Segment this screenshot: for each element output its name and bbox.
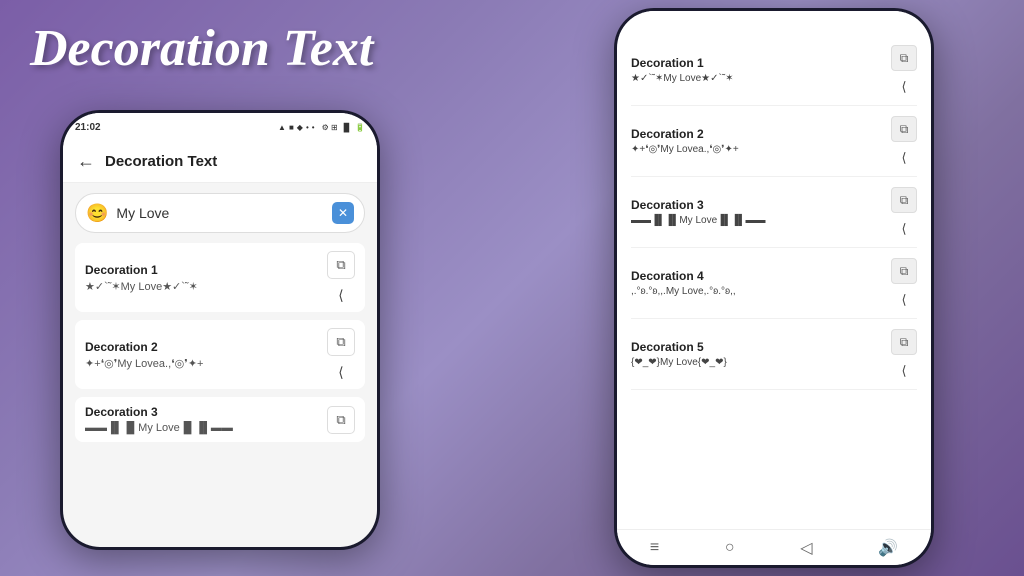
left-deco-preview-3: ▬▬▐▌▐▌My Love▐▌▐▌▬▬ <box>85 422 327 434</box>
left-decoration-item-2: Decoration 2 ✦+❛◎❜My Lovea.,❛◎❜✦+ ⧉ ⟨ <box>75 320 365 389</box>
share-button-left-2[interactable]: ⟨ <box>338 364 343 381</box>
status-icons: ▲ ■ ◆ • • ⚙ ⊞ ▐▌ 🔋 <box>278 123 365 132</box>
status-time: 21:02 <box>75 122 101 133</box>
app-title: Decoration Text <box>30 20 373 77</box>
copy-button-right-1[interactable]: ⧉ <box>891 45 917 71</box>
left-deco-title-3: Decoration 3 <box>85 405 327 419</box>
search-bar: 😊 My Love ✕ <box>75 193 365 233</box>
right-status-bar <box>617 11 931 35</box>
share-button-right-5[interactable]: ⟨ <box>901 363 906 379</box>
nav-sound-icon[interactable]: 🔊 <box>878 538 898 558</box>
nav-back-icon[interactable]: ◁ <box>800 538 812 558</box>
right-deco-preview-5: {❤_❤}My Love{❤_❤} <box>631 357 883 368</box>
search-emoji: 😊 <box>86 203 108 224</box>
search-clear-button[interactable]: ✕ <box>332 202 354 224</box>
right-deco-item-5: Decoration 5 {❤_❤}My Love{❤_❤} ⧉ ⟨ <box>631 319 917 390</box>
phone-nav-bar: ≡ ○ ◁ 🔊 <box>617 529 931 565</box>
phone-status-bar: 21:02 ▲ ■ ◆ • • ⚙ ⊞ ▐▌ 🔋 <box>63 113 377 141</box>
copy-button-left-2[interactable]: ⧉ <box>327 328 355 356</box>
right-deco-preview-4: ,.°ʚ.°ʚ,,.My Love,.°ʚ.°ʚ,, <box>631 286 883 297</box>
copy-button-right-2[interactable]: ⧉ <box>891 116 917 142</box>
left-deco-title-2: Decoration 2 <box>85 340 327 354</box>
right-deco-preview-3: ▬▬▐▌▐▌My Love▐▌▐▌▬▬ <box>631 215 883 226</box>
search-input[interactable]: My Love <box>116 205 324 221</box>
nav-home-icon[interactable]: ○ <box>725 539 735 557</box>
copy-button-right-3[interactable]: ⧉ <box>891 187 917 213</box>
right-deco-title-2: Decoration 2 <box>631 127 883 141</box>
right-deco-item-2: Decoration 2 ✦+❛◎❜My Lovea.,❛◎❜✦+ ⧉ ⟨ <box>631 106 917 177</box>
right-deco-item-1: Decoration 1 ★✓`˜✶My Love★✓`˜✶ ⧉ ⟨ <box>631 35 917 106</box>
share-button-right-4[interactable]: ⟨ <box>901 292 906 308</box>
phone-right: Decoration 1 ★✓`˜✶My Love★✓`˜✶ ⧉ ⟨ Decor… <box>614 8 934 568</box>
right-decoration-list: Decoration 1 ★✓`˜✶My Love★✓`˜✶ ⧉ ⟨ Decor… <box>617 35 931 529</box>
right-deco-preview-1: ★✓`˜✶My Love★✓`˜✶ <box>631 73 883 84</box>
share-button-right-2[interactable]: ⟨ <box>901 150 906 166</box>
phone-left: 21:02 ▲ ■ ◆ • • ⚙ ⊞ ▐▌ 🔋 ← Decoration Te… <box>60 110 380 550</box>
phone-header: ← Decoration Text <box>63 141 377 183</box>
phone-header-title: Decoration Text <box>105 153 217 170</box>
right-deco-item-4: Decoration 4 ,.°ʚ.°ʚ,,.My Love,.°ʚ.°ʚ,, … <box>631 248 917 319</box>
back-button[interactable]: ← <box>77 151 95 172</box>
left-decoration-item-3: Decoration 3 ▬▬▐▌▐▌My Love▐▌▐▌▬▬ ⧉ <box>75 397 365 442</box>
copy-button-right-5[interactable]: ⧉ <box>891 329 917 355</box>
nav-menu-icon[interactable]: ≡ <box>650 539 659 557</box>
share-button-left-1[interactable]: ⟨ <box>338 287 343 304</box>
left-deco-preview-2: ✦+❛◎❜My Lovea.,❛◎❜✦+ <box>85 357 327 370</box>
share-button-right-1[interactable]: ⟨ <box>901 79 906 95</box>
right-section: Decoration 1 ★✓`˜✶My Love★✓`˜✶ ⧉ ⟨ Decor… <box>524 0 1024 576</box>
copy-button-right-4[interactable]: ⧉ <box>891 258 917 284</box>
left-deco-preview-1: ★✓`˜✶My Love★✓`˜✶ <box>85 280 327 293</box>
right-deco-item-3: Decoration 3 ▬▬▐▌▐▌My Love▐▌▐▌▬▬ ⧉ ⟨ <box>631 177 917 248</box>
left-deco-title-1: Decoration 1 <box>85 263 327 277</box>
right-deco-title-3: Decoration 3 <box>631 198 883 212</box>
left-section: Decoration Text 21:02 ▲ ■ ◆ • • ⚙ ⊞ ▐▌ 🔋 <box>0 0 500 576</box>
left-decoration-list: Decoration 1 ★✓`˜✶My Love★✓`˜✶ ⧉ ⟨ Decor… <box>63 243 377 547</box>
right-deco-title-5: Decoration 5 <box>631 340 883 354</box>
left-decoration-item-1: Decoration 1 ★✓`˜✶My Love★✓`˜✶ ⧉ ⟨ <box>75 243 365 312</box>
right-deco-title-4: Decoration 4 <box>631 269 883 283</box>
right-deco-title-1: Decoration 1 <box>631 56 883 70</box>
share-button-right-3[interactable]: ⟨ <box>901 221 906 237</box>
clear-icon: ✕ <box>338 206 348 220</box>
right-deco-preview-2: ✦+❛◎❜My Lovea.,❛◎❜✦+ <box>631 144 883 155</box>
copy-button-left-1[interactable]: ⧉ <box>327 251 355 279</box>
copy-button-left-3[interactable]: ⧉ <box>327 406 355 434</box>
